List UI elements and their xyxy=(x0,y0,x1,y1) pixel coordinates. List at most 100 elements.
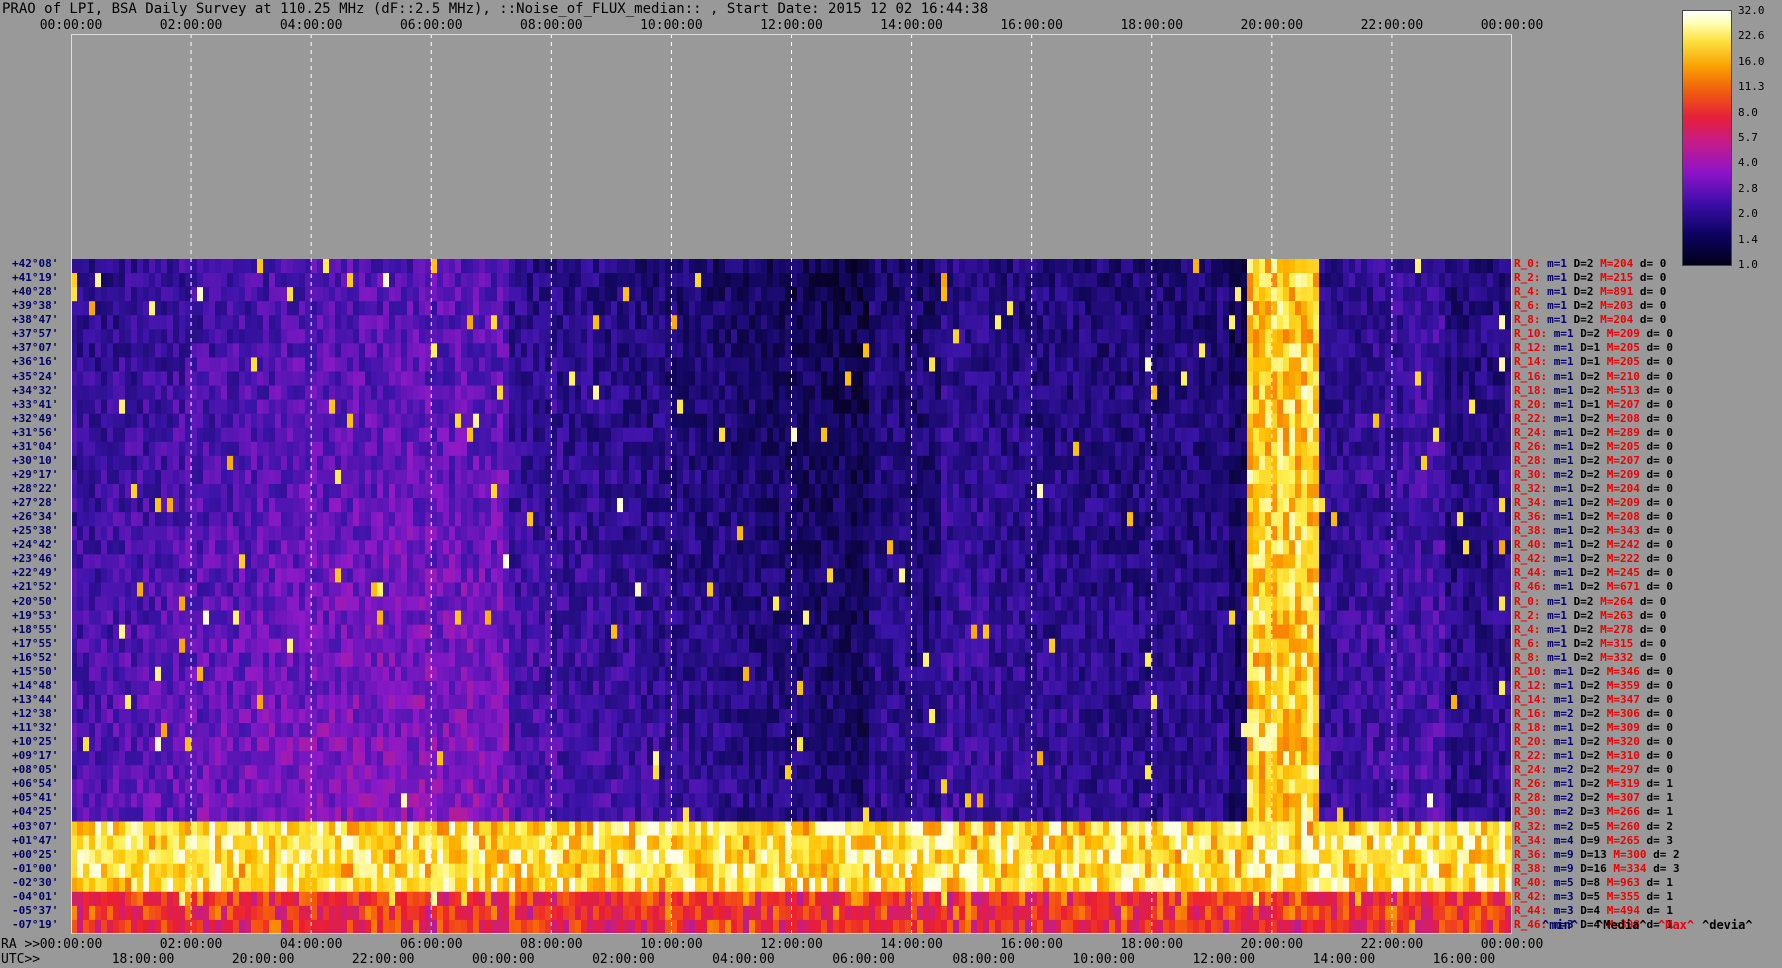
stat-d: D=2 xyxy=(1580,664,1607,678)
stat-d: D=2 xyxy=(1580,763,1607,777)
beam-stat-row: R_14: m=1 D=2 M=347 d= 0 xyxy=(1514,693,1673,706)
stat-dv: d= 0 xyxy=(1646,397,1674,411)
stat-M: M=204 xyxy=(1600,313,1640,327)
declination-label: +37°57' xyxy=(12,327,59,341)
ra-tick-label: 02:00:00 xyxy=(159,937,223,952)
stat-m: m=1 xyxy=(1553,369,1581,383)
stat-m: m=1 xyxy=(1553,355,1581,369)
colorbar-tick-label: 2.0 xyxy=(1738,207,1758,221)
colorbar-tick-label: 1.4 xyxy=(1738,232,1758,246)
stat-M: M=355 xyxy=(1606,889,1647,903)
beam-stat-row: R_6: m=1 D=2 M=315 d= 0 xyxy=(1514,637,1666,650)
declination-label: +05°41' xyxy=(12,791,59,805)
stat-M: M=343 xyxy=(1606,524,1647,538)
stat-dv: d= 0 xyxy=(1646,580,1674,594)
stat-d: D=2 xyxy=(1580,482,1607,495)
stat-r: R_22: xyxy=(1514,749,1554,763)
stat-m: m=1 xyxy=(1553,397,1581,411)
stat-r: R_8: xyxy=(1514,313,1548,327)
ra-tick-label: 00:00:00 xyxy=(39,937,103,952)
beam-stat-row: R_8: m=1 D=2 M=204 d= 0 xyxy=(1514,313,1666,326)
stat-r: R_34: xyxy=(1514,833,1554,847)
beam-stat-row: R_32: m=2 D=5 M=260 d= 2 xyxy=(1514,820,1673,833)
declination-label: +13°44' xyxy=(12,692,59,706)
stat-M: M=260 xyxy=(1606,819,1647,833)
declination-label: +34°32' xyxy=(12,383,59,397)
stat-r: R_42: xyxy=(1514,889,1554,903)
beam-stat-row: R_22: m=1 D=2 M=208 d= 0 xyxy=(1514,412,1673,425)
stat-dv: d= 0 xyxy=(1646,467,1674,481)
stat-m: m=1 xyxy=(1547,257,1574,270)
plot-title: PRAO of LPI, BSA Daily Survey at 110.25 … xyxy=(2,1,989,17)
beam-stat-row: R_12: m=1 D=1 M=205 d= 0 xyxy=(1514,341,1673,354)
stat-m: m=1 xyxy=(1553,777,1581,791)
top-tick-label: 16:00:00 xyxy=(1000,18,1063,33)
stat-dv: d= 0 xyxy=(1639,271,1667,285)
stat-M: M=242 xyxy=(1606,538,1647,552)
stat-r: R_18: xyxy=(1514,721,1554,735)
colorbar-tick-label: 2.8 xyxy=(1738,181,1758,195)
stat-M: M=334 xyxy=(1613,861,1654,875)
stat-r: R_0: xyxy=(1514,594,1548,608)
legend-deviation: ^devia^ xyxy=(1702,918,1753,932)
stat-d: D=2 xyxy=(1573,594,1601,608)
stat-r: R_8: xyxy=(1514,650,1548,664)
stat-dv: d= 0 xyxy=(1646,552,1674,566)
utc-axis-label: UTC>> xyxy=(1,952,41,967)
beam-stat-row: R_44: m=3 D=4 M=494 d= 1 xyxy=(1514,904,1673,917)
beam-stat-row: R_20: m=1 D=1 M=207 d= 0 xyxy=(1514,398,1673,411)
stat-M: M=315 xyxy=(1600,636,1640,650)
stat-r: R_26: xyxy=(1514,439,1554,453)
beam-stat-row: R_30: m=2 D=2 M=209 d= 0 xyxy=(1514,468,1673,481)
beam-stat-row: R_46: m=3 D=4 M=398 d= 1 xyxy=(1514,918,1673,931)
stat-m: m=1 xyxy=(1547,608,1574,622)
ra-tick-label: 22:00:00 xyxy=(1360,937,1424,952)
stat-d: D=2 xyxy=(1580,369,1607,383)
declination-label: +26°34' xyxy=(12,510,59,524)
stat-dv: d= 0 xyxy=(1639,650,1667,664)
beam-stat-row: R_24: m=1 D=2 M=289 d= 0 xyxy=(1514,426,1673,439)
stat-r: R_20: xyxy=(1514,397,1554,411)
utc-tick-label: 16:00:00 xyxy=(1432,952,1496,967)
stat-r: R_2: xyxy=(1514,608,1548,622)
beam-stat-row: R_44: m=1 D=2 M=245 d= 0 xyxy=(1514,566,1673,579)
stat-M: M=205 xyxy=(1606,355,1647,369)
beam-stat-row: R_8: m=1 D=2 M=332 d= 0 xyxy=(1514,651,1666,664)
beam-stat-row: R_40: m=1 D=2 M=242 d= 0 xyxy=(1514,538,1673,551)
colorbar-tick-label: 16.0 xyxy=(1738,54,1765,68)
stat-r: R_18: xyxy=(1514,383,1554,397)
stat-r: R_16: xyxy=(1514,369,1554,383)
stat-dv: d= 3 xyxy=(1646,833,1674,847)
beam-stat-row: R_22: m=1 D=2 M=310 d= 0 xyxy=(1514,749,1673,762)
stat-M: M=207 xyxy=(1606,453,1647,467)
declination-label: +00°25' xyxy=(12,847,59,861)
stat-M: M=205 xyxy=(1606,439,1647,453)
declination-label: +35°24' xyxy=(12,369,59,383)
stat-m: m=1 xyxy=(1547,622,1574,636)
stat-d: D=2 xyxy=(1580,425,1607,439)
stat-d: D=2 xyxy=(1580,453,1607,467)
declination-label: +14°48' xyxy=(12,678,59,692)
stat-dv: d= 0 xyxy=(1646,496,1674,510)
declination-label: +41°19' xyxy=(12,271,59,285)
stat-M: M=210 xyxy=(1606,369,1647,383)
stat-d: D=4 xyxy=(1580,903,1607,917)
stat-M: M=309 xyxy=(1606,721,1647,735)
stat-M: M=347 xyxy=(1606,692,1647,706)
stat-r: R_4: xyxy=(1514,622,1548,636)
stat-d: D=16 xyxy=(1580,861,1614,875)
top-tick-label: 02:00:00 xyxy=(159,18,223,33)
stat-d: D=3 xyxy=(1580,805,1607,819)
stat-m: m=1 xyxy=(1547,636,1574,650)
ra-tick-label: 14:00:00 xyxy=(880,937,943,952)
top-tick-label: 06:00:00 xyxy=(399,18,463,33)
stat-dv: d= 0 xyxy=(1646,425,1674,439)
stat-r: R_28: xyxy=(1514,791,1554,805)
stat-r: R_40: xyxy=(1514,875,1554,889)
beam-stat-row: R_42: m=1 D=2 M=222 d= 0 xyxy=(1514,552,1673,565)
stat-M: M=278 xyxy=(1600,622,1640,636)
utc-tick-label: 14:00:00 xyxy=(1312,952,1376,967)
declination-label: +32°49' xyxy=(12,411,59,425)
stat-dv: d= 0 xyxy=(1646,707,1674,720)
declination-label: +25°38' xyxy=(12,524,59,538)
